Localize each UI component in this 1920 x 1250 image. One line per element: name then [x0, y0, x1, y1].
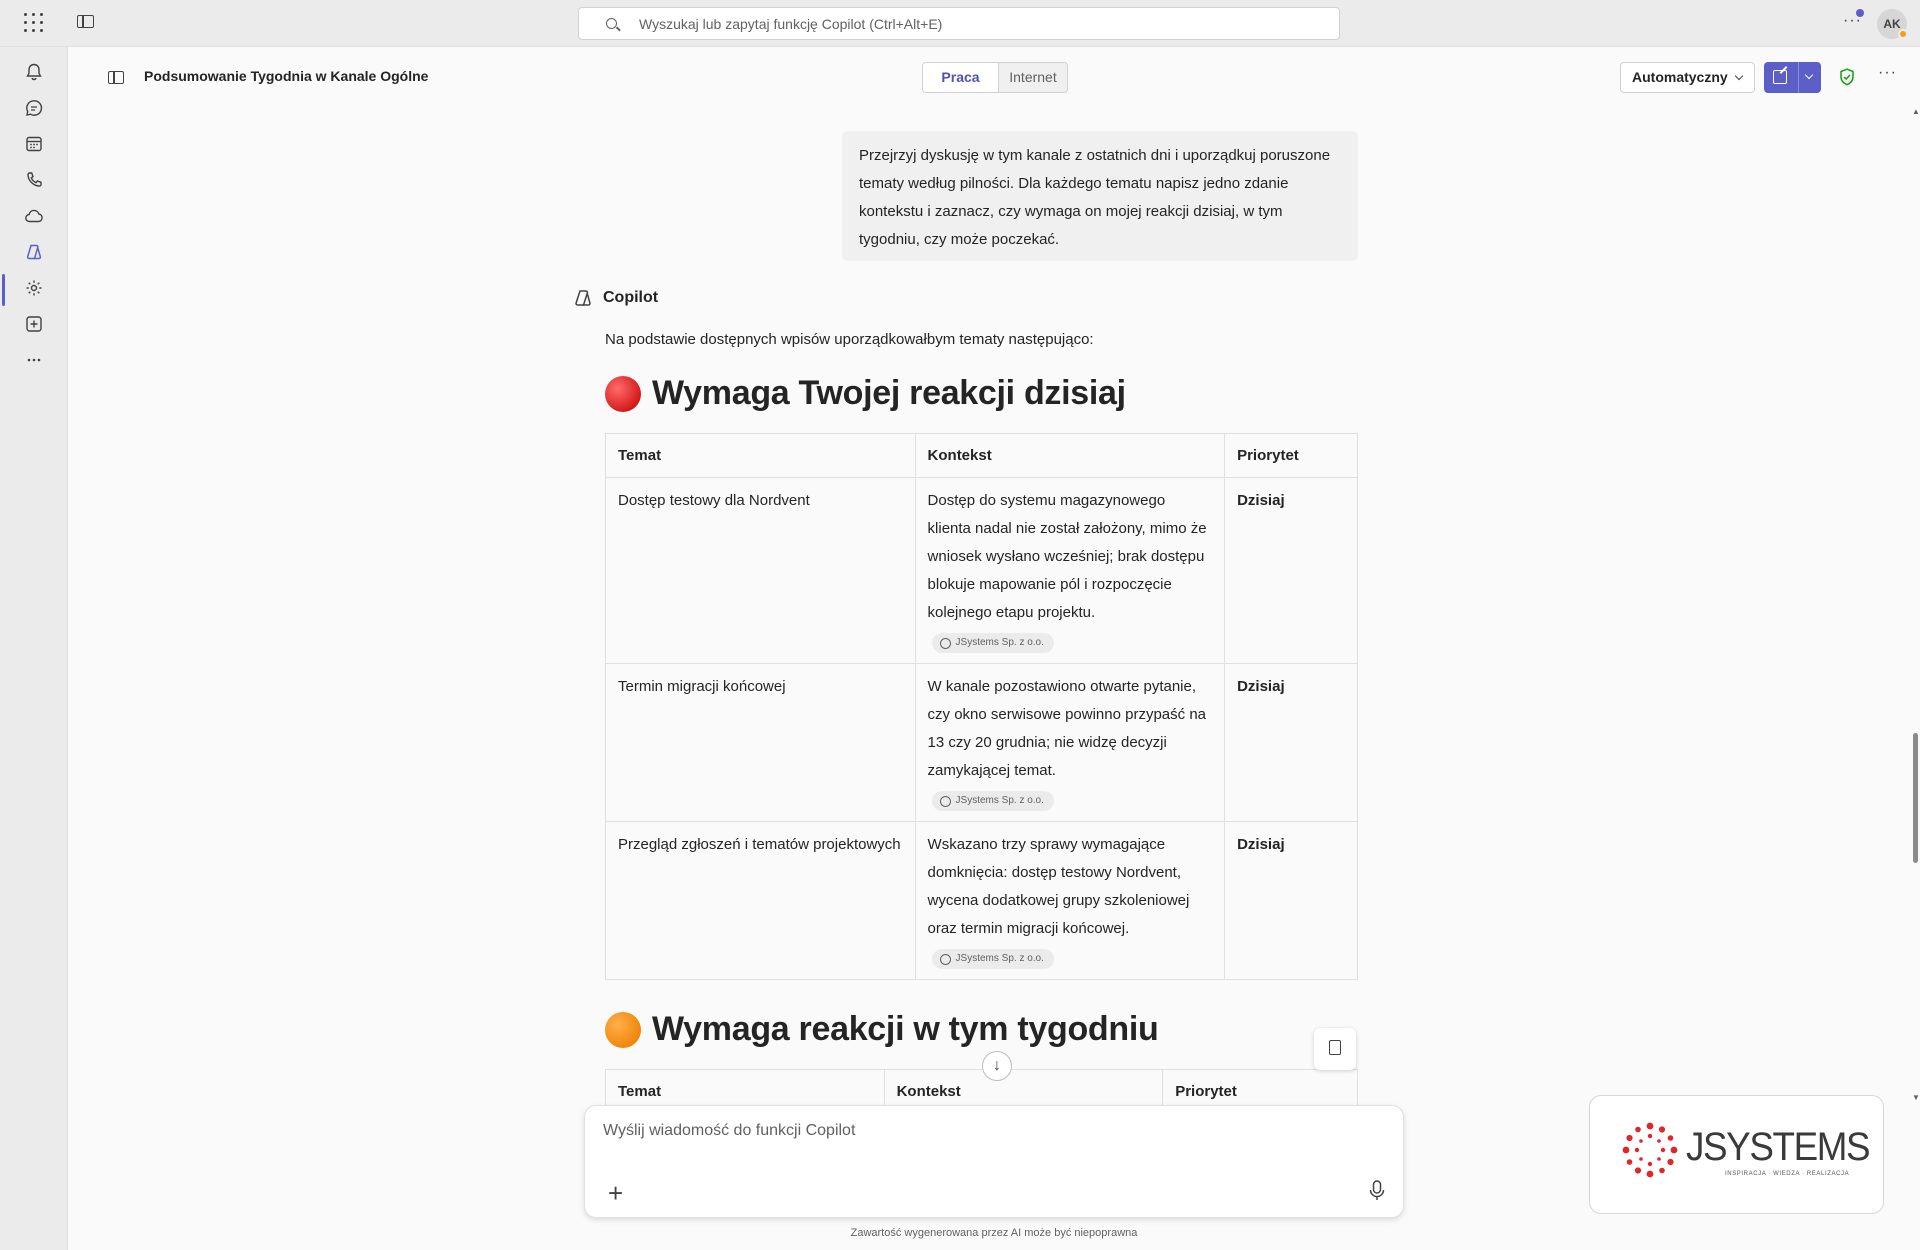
- ai-disclaimer: Zawartość wygenerowana przez AI może być…: [850, 1227, 1138, 1239]
- title-bar: ··· AK: [0, 0, 1920, 47]
- jsystems-logo-icon: [1622, 1122, 1678, 1178]
- microphone-icon[interactable]: [1366, 1179, 1388, 1203]
- search-icon: [606, 18, 617, 29]
- scroll-up-icon[interactable]: ▲: [1912, 107, 1920, 116]
- section-heading-today: Wymaga Twojej reakcji dzisiaj: [605, 374, 1126, 413]
- phone-icon[interactable]: [19, 165, 49, 195]
- section-heading-week: Wymaga reakcji w tym tygodniu: [605, 1010, 1159, 1049]
- more-options-icon[interactable]: ···: [1878, 64, 1897, 82]
- chevron-down-icon[interactable]: [1804, 70, 1814, 80]
- copy-icon: [1329, 1040, 1341, 1055]
- scroll-down-icon[interactable]: ▼: [1912, 1093, 1920, 1102]
- cloud-icon[interactable]: [19, 201, 49, 231]
- context-cell: Wskazano trzy sprawy wymagające domknięc…: [914, 821, 1226, 980]
- split-divider: [1798, 62, 1799, 93]
- mode-dropdown-label: Automatyczny: [1632, 69, 1728, 85]
- app-rail: [0, 47, 68, 1250]
- context-cell: W kanale pozostawiono otwarte pytanie, c…: [914, 663, 1226, 822]
- table-row: Termin migracji końcowej W kanale pozost…: [605, 663, 1358, 822]
- chat-icon[interactable]: [19, 93, 49, 123]
- column-header: Priorytet: [1224, 433, 1358, 478]
- priority-table-today: Temat Kontekst Priorytet Dostęp testowy …: [605, 433, 1358, 980]
- brand-logo-card: JSYSTEMS INSPIRACJA · WIEDZA · REALIZACJ…: [1589, 1095, 1884, 1214]
- compose-icon: [1773, 70, 1787, 84]
- section-heading-text: Wymaga reakcji w tym tygodniu: [652, 1010, 1159, 1048]
- topic-cell: Termin migracji końcowej: [605, 663, 916, 822]
- app-launcher-icon[interactable]: [24, 13, 44, 33]
- priority-cell: Dzisiaj: [1224, 821, 1358, 980]
- add-app-icon[interactable]: [19, 309, 49, 339]
- arrow-down-icon: ↓: [993, 1057, 1001, 1074]
- orange-circle-icon: [605, 1011, 641, 1048]
- table-row: Przegląd zgłoszeń i tematów projektowych…: [605, 821, 1358, 980]
- context-text: Dostęp do systemu magazynowego klienta n…: [927, 492, 1207, 621]
- calendar-icon[interactable]: [19, 129, 49, 159]
- scrollbar[interactable]: ▲ ▼: [1910, 107, 1920, 1102]
- toggle-web[interactable]: Internet: [999, 63, 1067, 92]
- message-composer: +: [584, 1105, 1404, 1218]
- table-header-row: Temat Kontekst Priorytet: [605, 433, 1358, 478]
- sidebar-toggle-icon[interactable]: [77, 15, 94, 28]
- assistant-name: Copilot: [603, 289, 659, 306]
- conversation-header: Podsumowanie Tygodnia w Kanale Ogólne Pr…: [68, 47, 1920, 107]
- logo-tagline: INSPIRACJA · WIEDZA · REALIZACJA: [1725, 1171, 1850, 1177]
- citation-chip[interactable]: JSystems Sp. z o.o.: [931, 949, 1054, 969]
- search-input[interactable]: [639, 13, 1319, 35]
- scrollbar-thumb[interactable]: [1913, 733, 1918, 863]
- section-heading-text: Wymaga Twojej reakcji dzisiaj: [652, 374, 1126, 412]
- page-title: Podsumowanie Tygodnia w Kanale Ogólne: [144, 68, 429, 84]
- bell-icon[interactable]: [19, 57, 49, 87]
- new-chat-button[interactable]: [1764, 62, 1821, 93]
- column-header: Kontekst: [914, 433, 1226, 478]
- priority-cell: Dzisiaj: [1224, 663, 1358, 822]
- topic-cell: Przegląd zgłoszeń i tematów projektowych: [605, 821, 916, 980]
- copilot-icon[interactable]: [19, 237, 49, 267]
- add-attachment-icon[interactable]: +: [608, 1180, 623, 1206]
- message-input[interactable]: [603, 1122, 1363, 1152]
- mode-dropdown[interactable]: Automatyczny: [1620, 62, 1755, 93]
- copilot-icon: [575, 290, 591, 306]
- priority-cell: Dzisiaj: [1224, 477, 1358, 664]
- context-cell: Dostęp do systemu magazynowego klienta n…: [914, 477, 1226, 664]
- copy-button[interactable]: [1314, 1028, 1356, 1070]
- context-text: W kanale pozostawiono otwarte pytanie, c…: [927, 678, 1206, 779]
- citation-chip[interactable]: JSystems Sp. z o.o.: [931, 791, 1054, 811]
- more-icon[interactable]: [19, 345, 49, 375]
- column-header: Temat: [605, 433, 916, 478]
- scroll-to-bottom-button[interactable]: ↓: [982, 1051, 1012, 1081]
- work-web-toggle[interactable]: Praca Internet: [922, 62, 1068, 93]
- logo-wordmark: JSYSTEMS: [1686, 1125, 1871, 1169]
- chevron-down-icon: [1734, 71, 1744, 81]
- citation-chip[interactable]: JSystems Sp. z o.o.: [931, 633, 1054, 653]
- red-circle-icon: [605, 375, 641, 412]
- notification-badge: [1856, 9, 1864, 17]
- panel-toggle-icon[interactable]: [108, 71, 124, 84]
- topic-cell: Dostęp testowy dla Nordvent: [605, 477, 916, 664]
- presence-status-icon: [1898, 29, 1908, 39]
- active-indicator: [2, 274, 5, 306]
- user-message: Przejrzyj dyskusję w tym kanale z ostatn…: [842, 131, 1358, 261]
- response-intro: Na podstawie dostępnych wpisów uporządko…: [605, 331, 1094, 348]
- shield-check-icon[interactable]: [1839, 68, 1855, 86]
- apps-settings-icon[interactable]: [19, 273, 49, 303]
- search-box[interactable]: [578, 7, 1340, 40]
- table-row: Dostęp testowy dla Nordvent Dostęp do sy…: [605, 477, 1358, 664]
- context-text: Wskazano trzy sprawy wymagające domknięc…: [927, 836, 1190, 937]
- toggle-work[interactable]: Praca: [923, 63, 999, 92]
- assistant-header: Copilot: [572, 287, 658, 309]
